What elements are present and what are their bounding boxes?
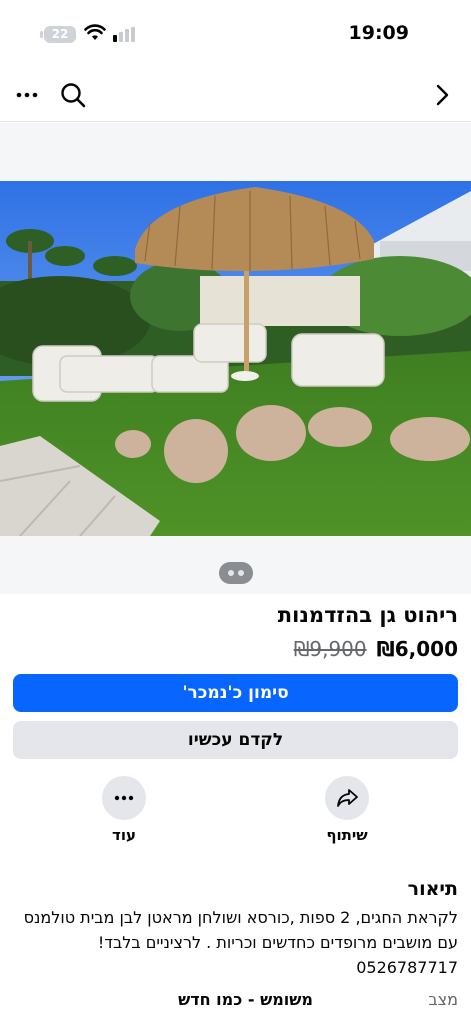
more-dots-icon[interactable] xyxy=(102,776,146,820)
clock: 19:09 xyxy=(348,22,409,44)
more-icon[interactable] xyxy=(12,80,42,110)
description-heading: תיאור xyxy=(407,878,458,900)
back-chevron-icon[interactable] xyxy=(427,80,457,110)
share-action[interactable]: שיתוף xyxy=(307,776,387,844)
share-icon[interactable] xyxy=(325,776,369,820)
share-label: שיתוף xyxy=(326,826,368,844)
signal-icon xyxy=(113,27,135,42)
listing-title: ריהוט גן בהזדמנות xyxy=(277,603,458,627)
top-nav xyxy=(0,70,471,122)
more-action[interactable]: עוד xyxy=(84,776,164,844)
condition-value: משומש - כמו חדש xyxy=(178,990,313,1009)
price-row: ₪6,000 ₪9,900 xyxy=(294,637,458,661)
wifi-icon xyxy=(84,24,106,40)
description-text: לקראת החגים, 2 ספות ,כורסא ושולחן מראטן … xyxy=(23,908,458,977)
current-price: ₪6,000 xyxy=(376,637,458,661)
photo-top-band xyxy=(0,123,471,181)
boost-now-button[interactable]: לקדם עכשיו xyxy=(13,721,458,759)
condition-label: מצב xyxy=(428,990,458,1009)
photo-footer xyxy=(0,536,471,594)
listing-photo[interactable] xyxy=(0,181,471,536)
battery-indicator: 22 xyxy=(40,26,76,43)
condition-row: מצב משומש - כמו חדש xyxy=(0,990,471,1014)
mark-as-sold-button[interactable]: סימון כ'נמכר' xyxy=(13,674,458,712)
status-bar: 22 19:09 xyxy=(0,0,471,70)
original-price: ₪9,900 xyxy=(293,637,367,661)
search-icon[interactable] xyxy=(58,80,88,110)
more-label: עוד xyxy=(112,826,136,844)
photo-pager[interactable] xyxy=(219,562,253,584)
